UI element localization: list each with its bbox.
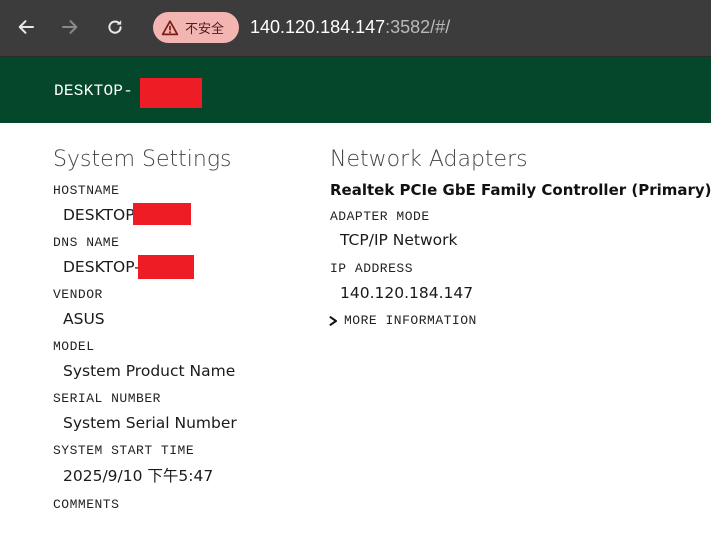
browser-toolbar: 不安全 140.120.184.147:3582/#/ xyxy=(0,0,711,57)
app-header: DESKTOP- S xyxy=(0,57,711,123)
model-label: MODEL xyxy=(53,339,95,354)
chevron-right-icon xyxy=(329,316,337,326)
system-settings-title: System Settings xyxy=(53,147,232,172)
arrow-left-icon xyxy=(18,20,34,34)
arrow-right-icon xyxy=(62,20,78,34)
dns-name-label: DNS NAME xyxy=(53,235,120,250)
redaction-block xyxy=(138,255,194,279)
serial-number-label: SERIAL NUMBER xyxy=(53,391,161,406)
serial-number-value: System Serial Number xyxy=(63,414,237,432)
forward-button[interactable] xyxy=(56,13,84,41)
address-bar[interactable]: 140.120.184.147:3582/#/ xyxy=(250,16,450,38)
vendor-value: ASUS xyxy=(63,310,105,328)
redaction-block xyxy=(133,203,191,225)
system-start-time-label: SYSTEM START TIME xyxy=(53,443,195,458)
comments-label: COMMENTS xyxy=(53,497,120,512)
reload-icon xyxy=(108,20,122,34)
redaction-block xyxy=(140,78,202,108)
model-value: System Product Name xyxy=(63,362,236,380)
back-button[interactable] xyxy=(12,13,40,41)
not-secure-chip[interactable]: 不安全 xyxy=(153,12,239,43)
ip-address-value: 140.120.184.147 xyxy=(340,284,474,302)
vendor-label: VENDOR xyxy=(53,287,103,302)
hostname-label: HOSTNAME xyxy=(53,183,120,198)
warning-icon xyxy=(161,19,179,35)
more-information-toggle[interactable]: MORE INFORMATION xyxy=(329,313,477,329)
network-adapters-title: Network Adapters xyxy=(330,147,528,172)
not-secure-label: 不安全 xyxy=(185,22,225,37)
machine-name: DESKTOP- S xyxy=(54,82,154,100)
adapter-mode-label: ADAPTER MODE xyxy=(330,209,430,224)
ip-address-label: IP ADDRESS xyxy=(330,261,414,276)
adapter-name: Realtek PCIe GbE Family Controller (Prim… xyxy=(330,181,711,199)
adapter-mode-value: TCP/IP Network xyxy=(340,231,458,249)
more-information-label: MORE INFORMATION xyxy=(344,313,477,328)
system-start-time-value: 2025/9/10 下午5:47 xyxy=(63,467,214,485)
url-host: 140.120.184.147 xyxy=(250,17,386,37)
url-path: :3582/#/ xyxy=(385,17,451,37)
reload-button[interactable] xyxy=(101,13,129,41)
